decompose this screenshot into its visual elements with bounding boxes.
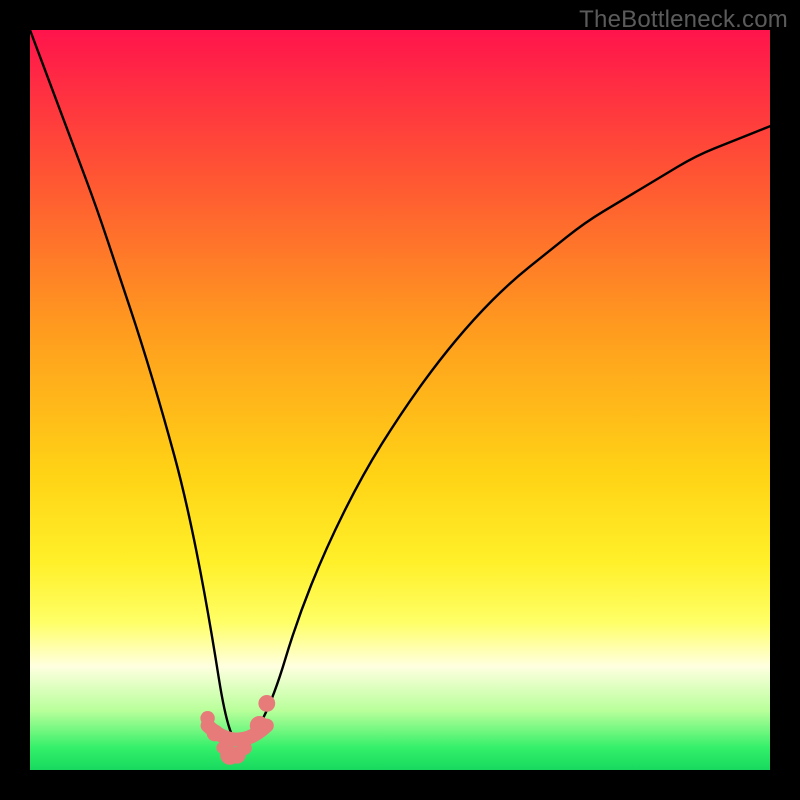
chart-frame: TheBottleneck.com	[0, 0, 800, 800]
watermark-text: TheBottleneck.com	[579, 6, 788, 34]
chart-background	[30, 30, 770, 770]
bottleneck-chart	[30, 30, 770, 770]
chart-panel	[30, 30, 770, 770]
optimum-marker	[258, 695, 275, 712]
